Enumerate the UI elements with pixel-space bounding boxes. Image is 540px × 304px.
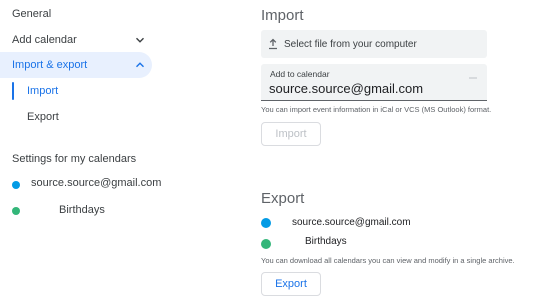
export-helper-text: You can download all calendars you can v… xyxy=(261,256,515,265)
settings-header: Settings for my calendars xyxy=(12,153,137,165)
sidebar-item-label: General xyxy=(12,8,52,20)
sidebar-calendar-item[interactable]: source.source@gmail.com xyxy=(31,177,161,189)
add-to-calendar-label: Add to calendar xyxy=(270,69,330,79)
sidebar-item-label: Import & export xyxy=(12,59,88,71)
sidebar-calendar-item[interactable]: Birthdays xyxy=(59,204,105,216)
export-title: Export xyxy=(261,190,305,207)
upload-icon xyxy=(269,38,277,50)
add-to-calendar-select[interactable]: Add to calendar source.source@gmail.com xyxy=(261,64,487,101)
calendar-color-dot xyxy=(12,181,20,189)
sidebar-subitem-import[interactable]: Import xyxy=(27,85,58,97)
export-calendar-item: Birthdays xyxy=(305,236,347,247)
import-helper-text: You can import event information in iCal… xyxy=(261,105,492,114)
select-file-label: Select file from your computer xyxy=(284,38,417,50)
export-calendar-item: source.source@gmail.com xyxy=(292,217,411,228)
calendar-color-dot xyxy=(261,239,271,249)
add-to-calendar-value: source.source@gmail.com xyxy=(269,81,424,96)
chevron-down-icon[interactable] xyxy=(135,35,145,45)
active-indicator xyxy=(12,82,14,100)
calendar-color-dot xyxy=(261,218,271,228)
sidebar-subitem-export[interactable]: Export xyxy=(27,111,59,123)
dropdown-arrow-icon xyxy=(469,77,477,79)
chevron-up-icon[interactable] xyxy=(135,60,145,70)
export-button[interactable]: Export xyxy=(261,272,321,296)
sidebar-item-general[interactable]: General xyxy=(0,1,152,27)
calendar-color-dot xyxy=(12,207,20,215)
select-file-button[interactable]: Select file from your computer xyxy=(261,30,487,58)
sidebar-item-label: Add calendar xyxy=(12,34,77,46)
sidebar-item-add-calendar[interactable]: Add calendar xyxy=(0,27,152,53)
import-button[interactable]: Import xyxy=(261,122,321,146)
import-title: Import xyxy=(261,7,304,24)
sidebar-item-import-export-label-row: Import & export xyxy=(0,52,152,78)
